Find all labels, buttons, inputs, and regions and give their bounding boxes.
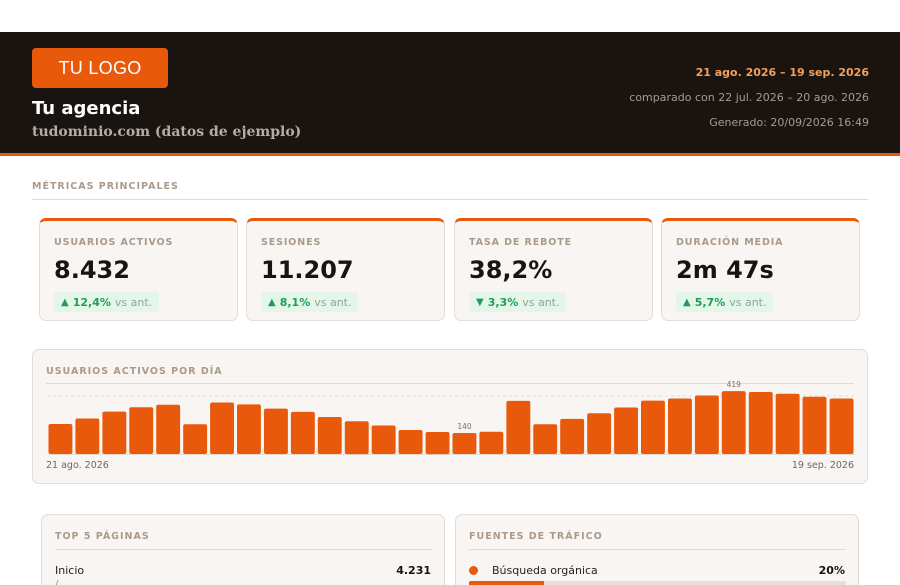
chart-bar xyxy=(587,413,612,454)
agency-name: Tu agencia xyxy=(32,98,141,119)
chart-bar xyxy=(183,424,208,454)
chart-bar xyxy=(75,418,100,454)
chart-bar xyxy=(129,407,154,454)
chart-bar xyxy=(264,408,288,454)
chart-bar xyxy=(452,433,477,454)
chart-bar xyxy=(371,425,396,454)
kpi-delta-value: 3,3% xyxy=(487,295,519,309)
chart-bar xyxy=(102,411,127,454)
chart-bar xyxy=(748,392,773,454)
chart-bar xyxy=(560,418,585,454)
agency-domain: tudominio.com (datos de ejemplo) xyxy=(32,124,302,140)
kpi-delta-suffix: vs ant. xyxy=(114,295,153,309)
traffic-sources-card: FUENTES DE TRÁFICO Búsqueda orgánica 20% xyxy=(455,514,859,585)
kpi-value: 8.432 xyxy=(54,256,130,284)
chart-data-label: 140 xyxy=(457,422,472,431)
report-date-range: 21 ago. 2026 – 19 sep. 2026 xyxy=(695,66,869,79)
chart-data-label: 419 xyxy=(727,380,742,389)
kpi-delta-value: 12,4% xyxy=(72,295,111,309)
chart-bar xyxy=(317,417,342,454)
chart-bar xyxy=(802,396,827,454)
kpi-label: TASA DE REBOTE xyxy=(469,237,572,248)
card-divider xyxy=(55,549,432,550)
chart-bar xyxy=(425,432,450,455)
chart-bar xyxy=(614,407,638,454)
chart-bar xyxy=(48,424,73,454)
card-divider xyxy=(469,549,846,550)
chart-bar xyxy=(506,400,531,454)
kpi-card-active-users: USUARIOS ACTIVOS 8.432 ▲ 12,4% vs ant. xyxy=(39,218,238,321)
trend-arrow-icon: ▼ xyxy=(476,296,484,308)
top-pages-card: TOP 5 PÁGINAS Inicio 4.231 / xyxy=(41,514,445,585)
kpi-delta-badge: ▲ 12,4% vs ant. xyxy=(54,292,160,312)
chart-bar xyxy=(533,424,558,454)
kpi-delta-suffix: vs ant. xyxy=(314,295,352,309)
chart-bar xyxy=(668,398,692,454)
kpi-label: DURACIÓN MEDIA xyxy=(676,237,784,248)
chart-bar xyxy=(156,404,181,454)
chart-bar xyxy=(398,430,423,454)
chart-bar xyxy=(829,398,854,454)
generated-timestamp: Generado: 20/09/2026 16:49 xyxy=(709,116,869,129)
x-axis-start-label: 21 ago. 2026 xyxy=(46,460,109,471)
chart-bar xyxy=(641,400,665,454)
top-pages-title: TOP 5 PÁGINAS xyxy=(55,531,150,542)
top-page-path: / xyxy=(55,579,59,585)
top-page-value: 4.231 xyxy=(396,564,431,577)
kpi-delta-badge: ▲ 5,7% vs ant. xyxy=(676,292,774,312)
chart-bar xyxy=(290,411,315,454)
kpi-delta-value: 8,1% xyxy=(279,295,311,309)
trend-arrow-icon: ▲ xyxy=(61,296,69,308)
kpi-label: USUARIOS ACTIVOS xyxy=(54,237,174,248)
source-progress-bar xyxy=(469,581,846,585)
comparison-range: comparado con 22 jul. 2026 – 20 ago. 202… xyxy=(629,91,869,104)
chart-bar xyxy=(344,421,369,455)
daily-users-bar-chart: 140 419 xyxy=(47,380,855,455)
kpi-delta-badge: ▼ 3,3% vs ant. xyxy=(469,292,567,312)
chart-bar xyxy=(775,393,800,454)
kpi-value: 2m 47s xyxy=(676,256,774,284)
chart-bar xyxy=(237,404,261,454)
daily-users-chart-card: USUARIOS ACTIVOS POR DÍA 140 419 21 ago. … xyxy=(32,349,868,484)
trend-arrow-icon: ▲ xyxy=(683,296,691,308)
chart-bar xyxy=(694,395,719,454)
top-page-label: Inicio xyxy=(55,564,85,577)
kpi-label: SESIONES xyxy=(261,237,322,248)
chart-bar xyxy=(721,391,746,454)
source-progress-fill xyxy=(469,581,545,585)
kpi-delta-suffix: vs ant. xyxy=(729,295,767,309)
trend-arrow-icon: ▲ xyxy=(268,296,276,308)
kpi-value: 11.207 xyxy=(261,256,354,284)
report-header: TU LOGO Tu agencia tudominio.com (datos … xyxy=(0,32,900,156)
x-axis-end-label: 19 sep. 2026 xyxy=(791,460,854,471)
source-label: Búsqueda orgánica xyxy=(492,564,598,577)
kpi-value: 38,2% xyxy=(469,256,553,284)
main-metrics-title: MÉTRICAS PRINCIPALES xyxy=(32,181,179,192)
traffic-sources-title: FUENTES DE TRÁFICO xyxy=(469,531,603,542)
source-percent: 20% xyxy=(818,564,845,577)
kpi-delta-badge: ▲ 8,1% vs ant. xyxy=(261,292,359,312)
source-dot-icon xyxy=(469,566,478,575)
section-divider xyxy=(32,199,868,200)
kpi-delta-value: 5,7% xyxy=(694,295,726,309)
kpi-card-sessions: SESIONES 11.207 ▲ 8,1% vs ant. xyxy=(246,218,445,321)
kpi-card-avg-duration: DURACIÓN MEDIA 2m 47s ▲ 5,7% vs ant. xyxy=(661,218,860,321)
agency-logo: TU LOGO xyxy=(32,48,168,88)
chart-bar xyxy=(210,402,234,454)
chart-bar xyxy=(479,431,504,454)
kpi-delta-suffix: vs ant. xyxy=(522,295,560,309)
kpi-card-bounce-rate: TASA DE REBOTE 38,2% ▼ 3,3% vs ant. xyxy=(454,218,653,321)
